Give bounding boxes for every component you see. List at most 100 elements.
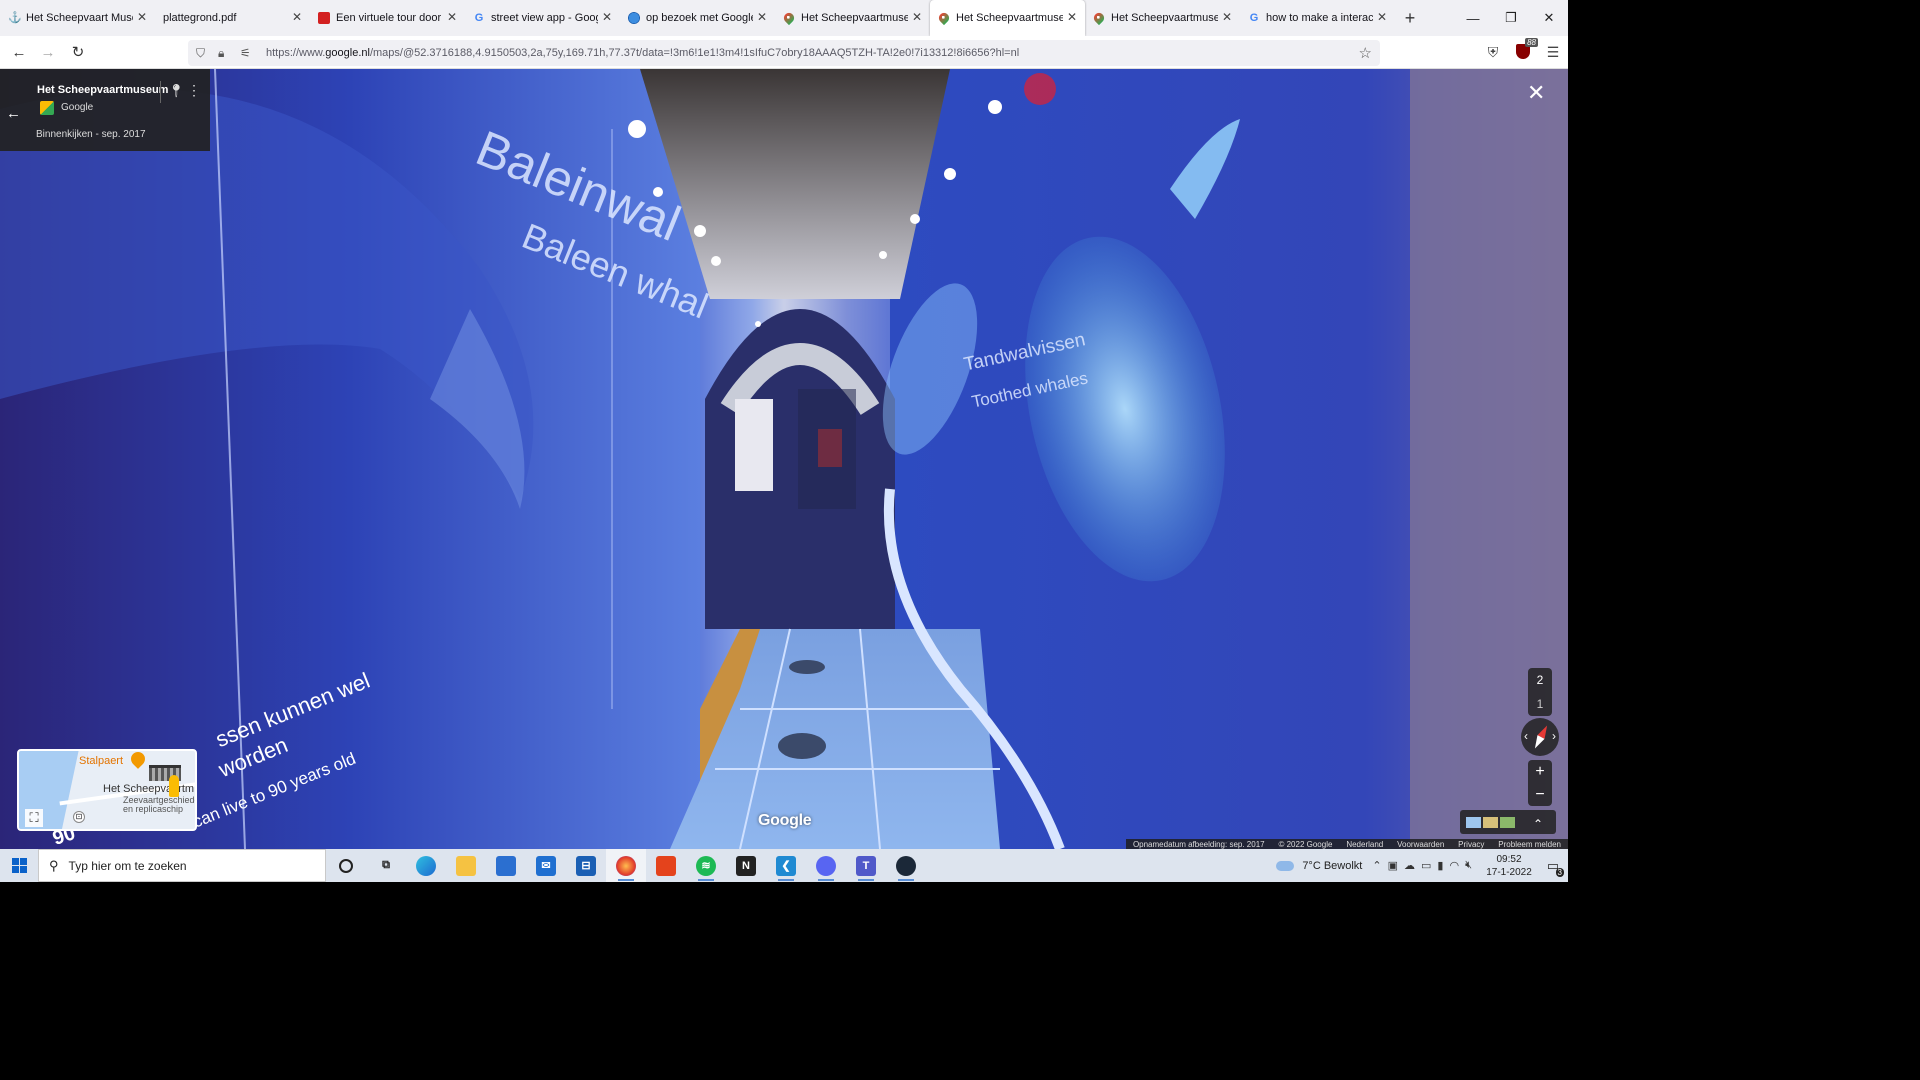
tab-4[interactable]: Gstreet view app - Google ✕ — [465, 0, 620, 36]
street-view-panorama[interactable]: Baleinwal Baleen whal Tandwalvissen Toot… — [0, 69, 1568, 849]
steam-icon[interactable] — [886, 849, 926, 882]
tab-strip: ⚓ Het Scheepvaart Museum ✕ plattegrond.pdf… — [0, 0, 1568, 36]
map-footer: Opnamedatum afbeelding: sep. 2017 © 2022… — [1126, 839, 1568, 849]
floor-button-1[interactable]: 1 — [1528, 692, 1552, 716]
back-arrow-icon[interactable]: ← — [6, 105, 21, 122]
spotify-icon[interactable]: ≋ — [686, 849, 726, 882]
ublock-badge: 88 — [1525, 37, 1538, 47]
wifi-icon[interactable]: ◠ — [1449, 859, 1459, 872]
weather-widget[interactable]: 7°C Bewolkt — [1276, 860, 1362, 872]
cortana-icon[interactable] — [326, 849, 366, 882]
volume-muted-icon[interactable]: 🔇︎ — [1465, 859, 1472, 872]
footer-privacy-link[interactable]: Privacy — [1458, 840, 1484, 849]
zoom-out-button[interactable]: − — [1528, 783, 1552, 806]
bookmark-star-icon[interactable]: ☆ — [1359, 44, 1372, 62]
close-street-view-icon[interactable]: ✕ — [1527, 82, 1545, 104]
imagery-thumb-3[interactable] — [1500, 816, 1515, 828]
firefox-logo — [616, 855, 636, 876]
vscode-icon[interactable]: ❮ — [766, 849, 806, 882]
close-tab-icon[interactable]: ✕ — [447, 11, 457, 23]
reload-icon[interactable]: ↻ — [68, 43, 88, 63]
display-icon[interactable]: ▭ — [1421, 859, 1431, 872]
imagery-strip[interactable]: ⌃ — [1460, 810, 1556, 834]
provider-label[interactable]: Google — [61, 102, 93, 113]
tab-label: op bezoek met Google St — [646, 12, 753, 24]
expand-up-icon[interactable]: ⌃ — [1533, 817, 1548, 831]
close-tab-icon[interactable]: ✕ — [292, 11, 302, 23]
edge-icon[interactable] — [406, 849, 446, 882]
notification-count: 3 — [1555, 867, 1564, 877]
task-view-icon[interactable]: ⧉ — [366, 849, 406, 882]
permissions-icon[interactable]: ⚟ — [240, 46, 258, 60]
back-arrow-icon[interactable]: ← — [9, 43, 29, 63]
start-button[interactable] — [0, 849, 38, 882]
tab-1[interactable]: ⚓ Het Scheepvaart Museum ✕ — [0, 0, 155, 36]
lock-icon[interactable]: 🔒︎ — [218, 46, 236, 61]
onedrive-icon[interactable]: ☁ — [1404, 859, 1415, 872]
minimap[interactable]: Stalpaert Het Scheepvaartm Zeevaartgesch… — [17, 749, 197, 831]
location-pin-icon[interactable]: 📍︎ — [168, 83, 185, 99]
close-tab-icon[interactable]: ✕ — [1222, 11, 1232, 23]
pegman-icon[interactable] — [169, 775, 179, 797]
close-window-icon[interactable]: ✕ — [1530, 0, 1568, 36]
tab-5[interactable]: op bezoek met Google St ✕ — [620, 0, 775, 36]
notification-center-icon[interactable]: ▭ 3 — [1538, 858, 1568, 877]
notion-icon[interactable]: N — [726, 849, 766, 882]
clock[interactable]: 09:52 17-1-2022 — [1480, 853, 1538, 879]
close-tab-icon[interactable]: ✕ — [602, 11, 612, 23]
menu-icon[interactable]: ☰ — [1538, 44, 1568, 61]
store-logo — [496, 855, 516, 876]
firefox-icon[interactable] — [606, 849, 646, 882]
tab-7-active[interactable]: Het Scheepvaartmuseum ✕ — [930, 0, 1085, 36]
file-explorer-icon[interactable] — [446, 849, 486, 882]
forward-arrow-icon[interactable]: → — [38, 43, 58, 63]
teams-icon[interactable]: T — [846, 849, 886, 882]
url-bar[interactable]: ⛉ 🔒︎ ⚟ https://www.google.nl/maps/@52.37… — [188, 40, 1380, 66]
clock-date: 17-1-2022 — [1486, 866, 1532, 878]
tab-3[interactable]: Een virtuele tour door m ✕ — [310, 0, 465, 36]
restaurant-pin-icon[interactable] — [128, 751, 148, 769]
place-title[interactable]: Het Scheepvaartmuseum — [37, 84, 168, 96]
window-controls: — ❐ ✕ — [1454, 0, 1568, 36]
tab-6[interactable]: Het Scheepvaartmuseum ✕ — [775, 0, 930, 36]
taskbar-search[interactable]: ⚲ Typ hier om te zoeken — [38, 849, 326, 882]
rotate-right-icon[interactable]: › — [1552, 729, 1556, 743]
new-tab-button[interactable]: + — [1395, 0, 1425, 36]
windows-logo-icon — [11, 858, 27, 873]
tab-9[interactable]: Ghow to make a interactiv ✕ — [1240, 0, 1395, 36]
discord-icon[interactable] — [806, 849, 846, 882]
compass[interactable]: ‹ › — [1521, 718, 1559, 756]
pocket-icon[interactable]: ⛨ — [1478, 44, 1508, 61]
url-text: https://www.google.nl/maps/@52.3716188,4… — [266, 47, 1019, 59]
store-icon[interactable] — [486, 849, 526, 882]
notion-logo: N — [736, 855, 756, 876]
remote-desktop-icon[interactable]: ⊟ — [566, 849, 606, 882]
tab-2[interactable]: plattegrond.pdf ✕ — [155, 0, 310, 36]
zoom-in-button[interactable]: + — [1528, 760, 1552, 783]
imagery-thumb-1[interactable] — [1466, 816, 1481, 828]
tab-8[interactable]: Het Scheepvaartmuseum ✕ — [1085, 0, 1240, 36]
restore-icon[interactable]: ❐ — [1492, 0, 1530, 36]
battery-icon[interactable]: ▮ — [1437, 859, 1443, 872]
floor-button-2[interactable]: 2 — [1528, 668, 1552, 692]
mail-icon[interactable]: ✉ — [526, 849, 566, 882]
close-tab-icon[interactable]: ✕ — [137, 11, 147, 23]
expand-map-icon[interactable]: ⛶ — [25, 809, 43, 827]
shield-icon[interactable]: ⛉ — [196, 46, 214, 61]
imagery-thumb-2[interactable] — [1483, 816, 1498, 828]
footer-country-link[interactable]: Nederland — [1346, 840, 1383, 849]
close-tab-icon[interactable]: ✕ — [757, 11, 767, 23]
more-options-icon[interactable]: ⋮ — [187, 82, 201, 99]
close-tab-icon[interactable]: ✕ — [1067, 11, 1077, 23]
footer-report-link[interactable]: Probleem melden — [1498, 840, 1561, 849]
footer-terms-link[interactable]: Voorwaarden — [1397, 840, 1444, 849]
bus-stop-icon[interactable]: ⊡ — [73, 811, 85, 823]
minimize-icon[interactable]: — — [1454, 0, 1492, 36]
close-tab-icon[interactable]: ✕ — [1377, 11, 1387, 23]
office-icon[interactable] — [646, 849, 686, 882]
meet-icon[interactable]: ▣ — [1388, 859, 1398, 872]
close-tab-icon[interactable]: ✕ — [912, 11, 922, 23]
rotate-left-icon[interactable]: ‹ — [1524, 729, 1528, 743]
show-hidden-icon[interactable]: ⌃ — [1372, 859, 1381, 872]
ublock-icon[interactable]: 88 — [1508, 37, 1538, 62]
